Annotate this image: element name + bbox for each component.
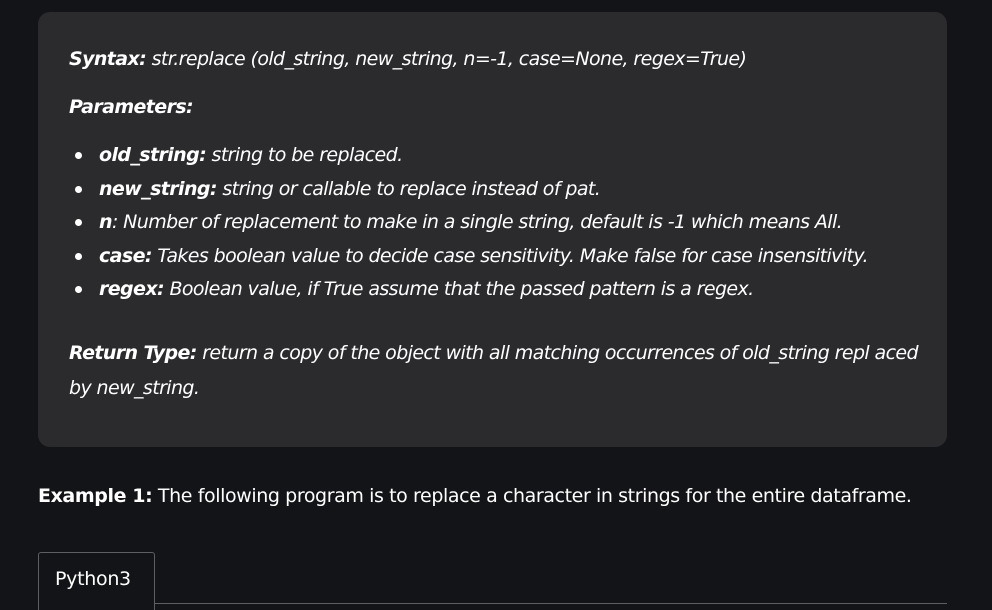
parameter-description: string or callable to replace instead of… [216,177,601,200]
bullet-icon [75,219,82,227]
parameter-list: old_string: string to be replaced. new_s… [69,139,917,307]
return-type-label: Return Type: [69,341,197,364]
parameter-name: n [99,211,113,234]
bullet-icon [75,185,82,193]
example-label: Example 1: [38,485,153,507]
bullet-icon [75,252,82,260]
parameter-item-case: case: Takes boolean value to decide case… [69,240,917,274]
parameter-item-old-string: old_string: string to be replaced. [69,139,917,173]
parameter-item-regex: regex: Boolean value, if True assume tha… [69,273,917,307]
article-page: Syntax: str.replace (old_string, new_str… [0,0,992,610]
parameter-name: old_string: [99,144,207,166]
parameter-item-n: n: Number of replacement to make in a si… [69,206,917,240]
tab-bar-divider [154,603,947,604]
syntax-text: str.replace (old_string, new_string, n=-… [146,48,747,70]
parameter-name: case: [99,244,152,267]
bullet-icon [75,286,82,294]
syntax-line: Syntax: str.replace (old_string, new_str… [69,45,917,73]
parameter-description: Boolean value, if True assume that the p… [164,278,754,301]
syntax-box: Syntax: str.replace (old_string, new_str… [38,12,947,447]
syntax-label: Syntax: [69,48,147,70]
parameters-heading: Parameters: [69,96,194,118]
example-heading: Example 1: The following program is to r… [38,482,912,510]
return-type-text: return a copy of the object with all mat… [69,341,919,399]
return-type-block: Return Type: return a copy of the object… [69,336,929,406]
tab-python3[interactable]: Python3 [38,552,155,610]
parameter-description: : Number of replacement to make in a sin… [111,211,843,234]
parameter-name: regex: [99,278,165,301]
example-text: The following program is to replace a ch… [152,485,912,507]
parameter-description: string to be replaced. [206,144,404,166]
bullet-icon [75,152,82,159]
parameter-item-new-string: new_string: string or callable to replac… [69,173,917,207]
parameter-name: new_string: [99,177,217,200]
parameter-description: Takes boolean value to decide case sensi… [151,244,868,267]
code-tab-bar: Python3 [38,552,947,610]
